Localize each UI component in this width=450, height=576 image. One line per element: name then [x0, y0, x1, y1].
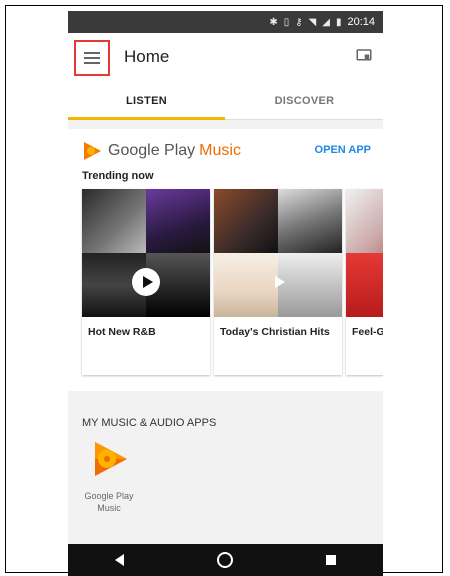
vpn-key-icon: ⚷ — [295, 16, 303, 28]
google-play-music-app-icon — [95, 442, 127, 476]
recent-apps-icon[interactable] — [326, 555, 337, 565]
page-title: Home — [124, 47, 170, 66]
tab-listen-label: LISTEN — [126, 95, 167, 107]
playlist-title: Hot New R&B — [88, 326, 156, 338]
app-label: Google Play Music — [84, 491, 134, 513]
phone-screen: ✱ ▯ ⚷ ◥ ◢ ▮ 20:14 Home LISTEN DISCOVER G… — [68, 11, 383, 576]
playlist-tile[interactable]: Feel-G — [346, 189, 383, 375]
playlist-title: Today's Christian Hits — [220, 326, 330, 338]
battery-icon: ▮ — [335, 16, 342, 28]
brand-logo: Google Play Music — [82, 141, 241, 161]
app-bar: Home — [68, 33, 383, 83]
open-app-link[interactable]: OPEN APP — [315, 144, 371, 156]
play-music-logo-icon — [84, 142, 101, 160]
tab-listen[interactable]: LISTEN — [68, 83, 225, 120]
bluetooth-icon: ✱ — [269, 16, 278, 28]
tab-bar: LISTEN DISCOVER — [68, 83, 383, 120]
play-icon — [142, 276, 153, 288]
brand-music: Music — [199, 142, 241, 159]
cast-icon[interactable] — [355, 47, 373, 65]
status-bar: ✱ ▯ ⚷ ◥ ◢ ▮ 20:14 — [68, 11, 383, 33]
back-icon[interactable] — [114, 554, 124, 566]
trending-title: Trending now — [82, 170, 154, 182]
playlist-tile[interactable]: Today's Christian Hits — [214, 189, 342, 375]
play-button[interactable] — [264, 268, 292, 296]
wifi-icon: ◥ — [308, 16, 317, 28]
playlist-tile[interactable]: Hot New R&B — [82, 189, 210, 375]
app-google-play-music[interactable]: Google Play Music — [82, 439, 136, 514]
playlist-art — [214, 189, 342, 317]
playlist-art — [346, 189, 383, 317]
menu-button[interactable] — [74, 40, 110, 76]
signal-icon: ◢ — [322, 16, 330, 28]
hamburger-menu-icon — [84, 52, 100, 64]
play-icon — [274, 276, 285, 288]
google-play-music-card: Google Play Music OPEN APP Trending now H… — [68, 129, 383, 391]
system-nav-bar — [68, 544, 383, 576]
home-icon[interactable] — [216, 552, 233, 568]
tab-discover-label: DISCOVER — [274, 95, 335, 107]
brand-google-play: Google Play — [108, 142, 196, 159]
tab-discover[interactable]: DISCOVER — [226, 83, 383, 119]
status-time: 20:14 — [347, 16, 375, 28]
playlist-title: Feel-G — [352, 326, 383, 338]
section-header: MY MUSIC & AUDIO APPS — [82, 417, 217, 429]
trending-carousel[interactable]: Hot New R&B Today's Christian Hits Feel-… — [82, 189, 383, 379]
playlist-art — [82, 189, 210, 317]
music-audio-apps-section: MY MUSIC & AUDIO APPS Google Play Music — [68, 394, 383, 544]
play-button[interactable] — [132, 268, 160, 296]
vibrate-icon: ▯ — [283, 16, 290, 28]
